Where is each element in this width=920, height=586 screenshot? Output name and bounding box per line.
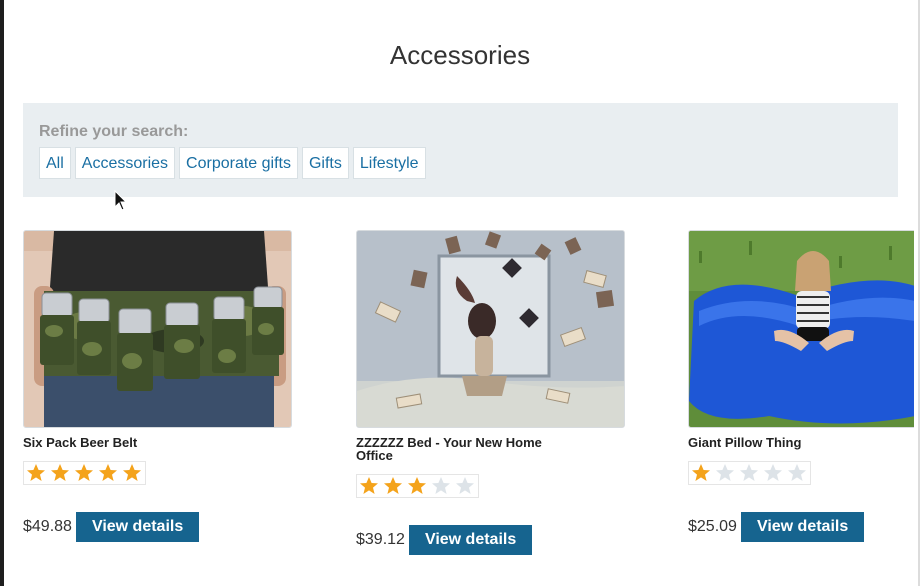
window-left-border — [0, 0, 4, 586]
product-image-bed[interactable] — [356, 230, 625, 428]
filter-all[interactable]: All — [39, 147, 71, 179]
rating-stars — [688, 461, 811, 485]
rating-stars — [23, 461, 146, 485]
star-icon — [430, 476, 454, 496]
star-icon — [406, 476, 430, 496]
filter-gifts[interactable]: Gifts — [301, 147, 349, 179]
view-details-button[interactable]: View details — [408, 525, 533, 555]
product-price: $49.88 — [23, 518, 72, 535]
product-card: Giant Pillow Thing $25.09 View details — [688, 230, 914, 542]
product-image-beer-belt[interactable] — [23, 230, 292, 428]
product-price: $25.09 — [688, 518, 737, 535]
filter-lifestyle[interactable]: Lifestyle — [352, 147, 426, 179]
star-icon — [25, 463, 49, 483]
star-icon — [121, 463, 145, 483]
star-icon — [786, 463, 810, 483]
star-icon — [97, 463, 121, 483]
star-icon — [738, 463, 762, 483]
page-title: Accessories — [389, 40, 531, 70]
product-image-pillow[interactable] — [688, 230, 914, 428]
filter-accessories[interactable]: Accessories — [74, 147, 176, 179]
rating-stars — [356, 474, 479, 498]
star-icon — [762, 463, 786, 483]
category-filters: All Accessories Corporate gifts Gifts Li… — [39, 147, 426, 179]
filter-corporate-gifts[interactable]: Corporate gifts — [179, 147, 298, 179]
star-icon — [690, 463, 714, 483]
product-card: Six Pack Beer Belt $49.88 View details — [23, 230, 293, 542]
star-icon — [73, 463, 97, 483]
star-icon — [714, 463, 738, 483]
refine-search-panel: Refine your search: All Accessories Corp… — [23, 103, 898, 197]
mouse-cursor-icon — [114, 190, 128, 211]
star-icon — [382, 476, 406, 496]
refine-search-label: Refine your search: — [39, 123, 189, 140]
star-icon — [49, 463, 73, 483]
star-icon — [454, 476, 478, 496]
product-card: ZZZZZZ Bed - Your New Home Office $39.12… — [356, 230, 626, 555]
view-details-button[interactable]: View details — [740, 512, 865, 542]
product-price: $39.12 — [356, 531, 405, 548]
product-name[interactable]: Six Pack Beer Belt — [23, 436, 223, 449]
star-icon — [358, 476, 382, 496]
product-name[interactable]: Giant Pillow Thing — [688, 436, 888, 449]
view-details-button[interactable]: View details — [75, 512, 200, 542]
product-name[interactable]: ZZZZZZ Bed - Your New Home Office — [356, 436, 556, 462]
